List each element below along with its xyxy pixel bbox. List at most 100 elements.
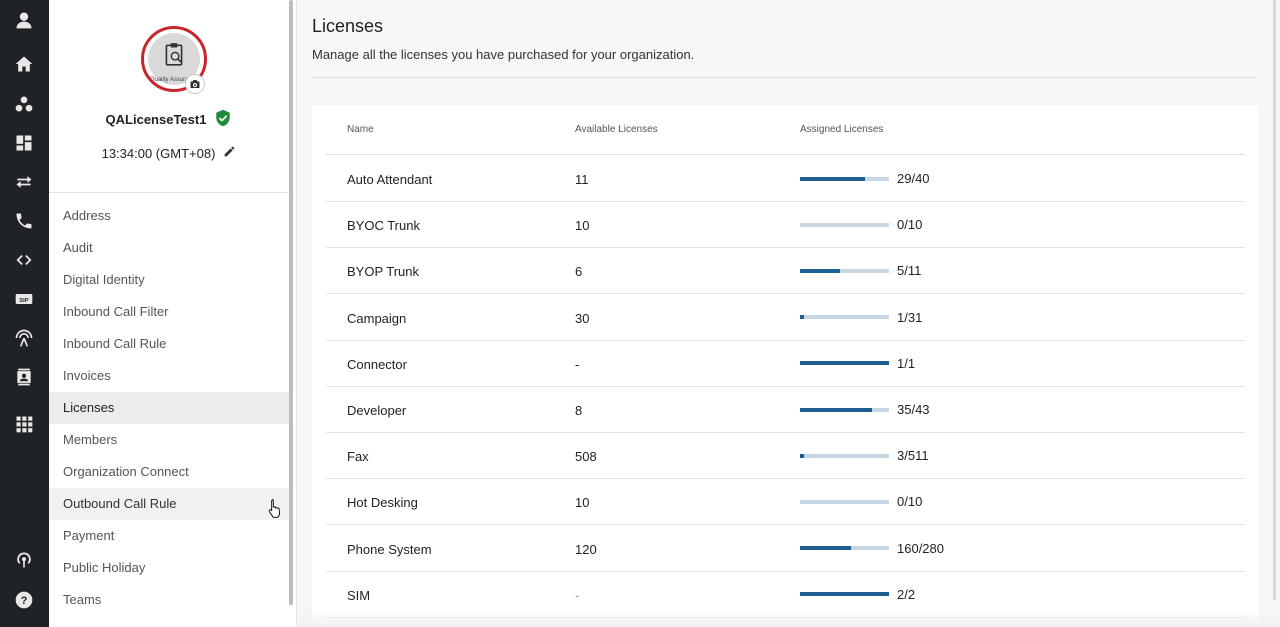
column-header-assigned: Assigned Licenses xyxy=(800,124,884,135)
sidebar-divider xyxy=(49,192,289,193)
table-row[interactable]: Hot Desking 10 0/10 xyxy=(326,479,1245,526)
help-icon[interactable]: ? xyxy=(12,588,36,612)
table-row[interactable]: BYOP Trunk 6 5/11 xyxy=(326,248,1245,295)
available-count: 10 xyxy=(575,218,590,234)
assigned-cell: 160/280 xyxy=(800,541,944,556)
assigned-cell: 29/40 xyxy=(800,171,930,186)
assigned-progress-fill xyxy=(800,315,804,320)
org-name-row: QALicenseTest1 xyxy=(49,109,289,130)
sidebar-item-address[interactable]: Address xyxy=(49,200,290,232)
assigned-count: 1/1 xyxy=(897,355,916,371)
assigned-progress-bar xyxy=(800,268,889,273)
assigned-progress-fill xyxy=(800,453,804,458)
table-row[interactable]: Connector - 1/1 xyxy=(326,341,1245,387)
available-count: 120 xyxy=(575,541,597,557)
assigned-count: 2/2 xyxy=(897,586,916,602)
assigned-cell: 1/1 xyxy=(800,356,915,371)
assigned-progress-fill xyxy=(800,176,865,181)
page-title: Licenses xyxy=(312,16,384,36)
sidebar-item-public-holiday[interactable]: Public Holiday xyxy=(49,552,290,584)
assigned-progress-bar xyxy=(800,361,889,366)
sip-icon[interactable]: SIP xyxy=(12,287,36,311)
assigned-progress-fill xyxy=(800,546,851,551)
apps-icon[interactable] xyxy=(12,412,36,436)
table-row[interactable]: BYOC Trunk 10 0/10 xyxy=(326,202,1245,249)
assigned-cell: 2/2 xyxy=(800,587,915,602)
sidebar-item-digital-identity[interactable]: Digital Identity xyxy=(49,264,290,296)
main-scrollbar[interactable] xyxy=(1273,0,1276,600)
license-name: Hot Desking xyxy=(347,495,418,511)
home-icon[interactable] xyxy=(12,52,36,76)
available-count: 508 xyxy=(575,449,597,465)
license-name: Connector xyxy=(347,356,407,372)
user-icon[interactable] xyxy=(12,8,36,32)
org-time: 13:34:00 (GMT+08) xyxy=(101,145,216,161)
sidebar-item-invoices[interactable]: Invoices xyxy=(49,360,290,392)
settings-menu: Address Audit Digital Identity Inbound C… xyxy=(49,200,290,616)
sidebar-item-licenses[interactable]: Licenses xyxy=(49,392,290,424)
license-name: BYOC Trunk xyxy=(347,218,420,234)
code-icon[interactable] xyxy=(12,248,36,272)
assigned-progress-fill xyxy=(800,407,873,412)
assigned-progress-fill xyxy=(800,268,841,273)
svg-text:SIP: SIP xyxy=(19,298,29,304)
settings-sidebar: Quality Assurance QALicenseTest1 13:34:0… xyxy=(49,0,297,627)
column-header-name: Name xyxy=(347,124,374,135)
assigned-cell: 0/10 xyxy=(800,494,922,509)
contacts-icon[interactable] xyxy=(12,365,36,389)
license-name: BYOP Trunk xyxy=(347,264,420,280)
sidebar-scrollbar[interactable] xyxy=(289,0,293,605)
broadcast-icon[interactable] xyxy=(12,548,36,572)
assigned-count: 0/10 xyxy=(897,217,923,233)
org-avatar: Quality Assurance xyxy=(141,26,207,94)
assigned-progress-bar xyxy=(800,499,889,504)
assigned-progress-bar xyxy=(800,592,889,597)
sidebar-item-teams[interactable]: Teams xyxy=(49,584,290,616)
available-count: - xyxy=(575,587,580,603)
available-count: 10 xyxy=(575,495,590,511)
phone-icon[interactable] xyxy=(12,209,36,233)
assigned-cell: 3/511 xyxy=(800,448,929,463)
header-divider xyxy=(312,77,1257,78)
table-row[interactable]: Campaign 30 1/31 xyxy=(326,295,1245,341)
table-row[interactable]: Fax 508 3/511 xyxy=(326,433,1245,480)
assigned-count: 1/31 xyxy=(897,309,923,325)
license-name: Auto Attendant xyxy=(347,172,433,187)
assigned-progress-bar xyxy=(800,315,889,320)
available-count: - xyxy=(575,356,580,372)
sidebar-item-outbound-call-rule[interactable]: Outbound Call Rule xyxy=(49,488,290,520)
hand-cursor-icon xyxy=(267,498,283,523)
assigned-count: 35/43 xyxy=(897,402,930,417)
table-header: Name Available Licenses Assigned License… xyxy=(326,105,1245,155)
verified-shield-icon xyxy=(214,109,232,130)
sidebar-item-inbound-call-filter[interactable]: Inbound Call Filter xyxy=(49,296,290,328)
transfer-icon[interactable] xyxy=(12,170,36,194)
table-row[interactable]: Auto Attendant 11 29/40 xyxy=(326,156,1245,202)
assigned-cell: 0/10 xyxy=(800,217,922,232)
assigned-count: 5/11 xyxy=(897,263,922,279)
assigned-progress-fill xyxy=(800,361,889,366)
edit-pencil-icon[interactable] xyxy=(223,145,236,161)
sidebar-item-inbound-call-rule[interactable]: Inbound Call Rule xyxy=(49,328,290,360)
assigned-count: 160/280 xyxy=(897,540,944,556)
column-header-available: Available Licenses xyxy=(575,124,658,135)
sidebar-item-organization-connect[interactable]: Organization Connect xyxy=(49,456,290,488)
table-row[interactable]: Developer 8 35/43 xyxy=(326,387,1245,433)
main-content: Licenses Manage all the licenses you hav… xyxy=(298,0,1280,627)
assigned-progress-fill xyxy=(800,592,889,597)
assigned-cell: 5/11 xyxy=(800,263,921,278)
org-name: QALicenseTest1 xyxy=(105,112,207,127)
table-row[interactable]: Phone System 120 160/280 xyxy=(326,526,1245,572)
assigned-progress-bar xyxy=(800,407,889,412)
available-count: 30 xyxy=(575,310,590,326)
antenna-icon[interactable] xyxy=(12,326,36,350)
camera-icon[interactable] xyxy=(185,74,205,94)
assigned-count: 0/10 xyxy=(897,494,923,510)
dashboard-icon[interactable] xyxy=(12,131,36,155)
sidebar-item-audit[interactable]: Audit xyxy=(49,232,290,264)
sidebar-item-payment[interactable]: Payment xyxy=(49,520,290,552)
icon-rail: SIP ? xyxy=(0,0,49,627)
people-icon[interactable] xyxy=(12,92,36,116)
license-name: Fax xyxy=(347,449,369,465)
sidebar-item-members[interactable]: Members xyxy=(49,424,290,456)
